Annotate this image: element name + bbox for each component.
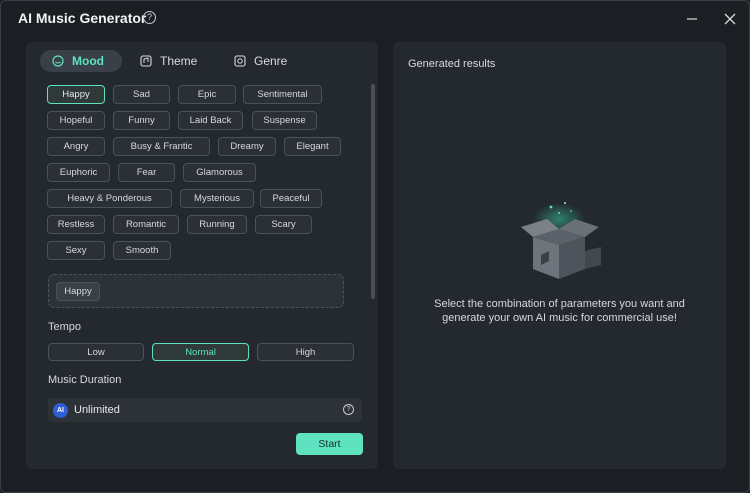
tab-label: Genre [254, 54, 288, 68]
mood-tag-running[interactable]: Running [187, 215, 247, 234]
mood-tag-glamorous[interactable]: Glamorous [183, 163, 256, 182]
mood-tag-romantic[interactable]: Romantic [113, 215, 179, 234]
tempo-high-button[interactable]: High [257, 343, 354, 361]
music-duration-label: Music Duration [48, 374, 122, 386]
window-title: AI Music Generator [18, 10, 147, 26]
mood-tag-suspense[interactable]: Suspense [252, 111, 317, 130]
tab-theme[interactable]: Theme [140, 50, 220, 72]
mood-tag-laid-back[interactable]: Laid Back [178, 111, 243, 130]
close-button[interactable] [720, 9, 740, 29]
tab-label: Theme [160, 54, 198, 68]
selected-mood-chip[interactable]: Happy [56, 282, 100, 301]
mood-tag-scary[interactable]: Scary [255, 215, 312, 234]
mood-tag-elegant[interactable]: Elegant [284, 137, 341, 156]
mood-tag-smooth[interactable]: Smooth [113, 241, 171, 260]
duration-select[interactable]: AI Unlimited ? [48, 398, 362, 422]
mood-icon [52, 55, 64, 67]
mood-tag-euphoric[interactable]: Euphoric [47, 163, 110, 182]
mood-tag-angry[interactable]: Angry [47, 137, 105, 156]
mood-tag-sentimental[interactable]: Sentimental [243, 85, 322, 104]
mood-tag-sexy[interactable]: Sexy [47, 241, 105, 260]
start-button[interactable]: Start [296, 433, 363, 455]
mood-tag-restless[interactable]: Restless [47, 215, 105, 234]
mood-tag-happy[interactable]: Happy [47, 85, 105, 104]
tempo-normal-button[interactable]: Normal [152, 343, 249, 361]
help-icon[interactable]: ? [143, 11, 156, 24]
mood-tag-epic[interactable]: Epic [178, 85, 236, 104]
empty-box-icon [521, 201, 601, 279]
tab-label: Mood [72, 54, 104, 68]
genre-icon [234, 55, 246, 67]
tab-mood[interactable]: Mood [40, 50, 122, 72]
duration-value: Unlimited [74, 404, 120, 416]
mood-tag-fear[interactable]: Fear [118, 163, 175, 182]
tab-genre[interactable]: Genre [234, 50, 314, 72]
tempo-low-button[interactable]: Low [48, 343, 144, 361]
scrollbar[interactable] [371, 84, 375, 299]
theme-icon [140, 55, 152, 67]
mood-tag-peaceful[interactable]: Peaceful [260, 189, 322, 208]
mood-tag-mysterious[interactable]: Mysterious [180, 189, 254, 208]
mood-tag-sad[interactable]: Sad [113, 85, 170, 104]
help-icon[interactable]: ? [343, 404, 354, 415]
title-bar: AI Music Generator ? [1, 1, 749, 37]
mood-tag-busy-frantic[interactable]: Busy & Frantic [113, 137, 210, 156]
app-window: AI Music Generator ? Mood Theme Genre Ha… [0, 0, 750, 493]
ai-badge-icon: AI [53, 402, 68, 418]
results-panel: Generated results Select the combination… [393, 42, 726, 469]
mood-tag-dreamy[interactable]: Dreamy [218, 137, 276, 156]
tempo-label: Tempo [48, 321, 82, 333]
minimize-icon [687, 18, 697, 20]
mood-tag-hopeful[interactable]: Hopeful [47, 111, 105, 130]
minimize-button[interactable] [682, 9, 702, 29]
mood-tag-funny[interactable]: Funny [113, 111, 170, 130]
results-title: Generated results [408, 58, 496, 70]
close-icon [724, 13, 736, 25]
selected-moods-area: Happy [48, 274, 344, 308]
parameters-panel: Mood Theme Genre Happy Sad Epic Sentimen… [26, 42, 378, 469]
mood-tag-heavy-ponderous[interactable]: Heavy & Ponderous [47, 189, 172, 208]
empty-state-message: Select the combination of parameters you… [434, 298, 685, 324]
